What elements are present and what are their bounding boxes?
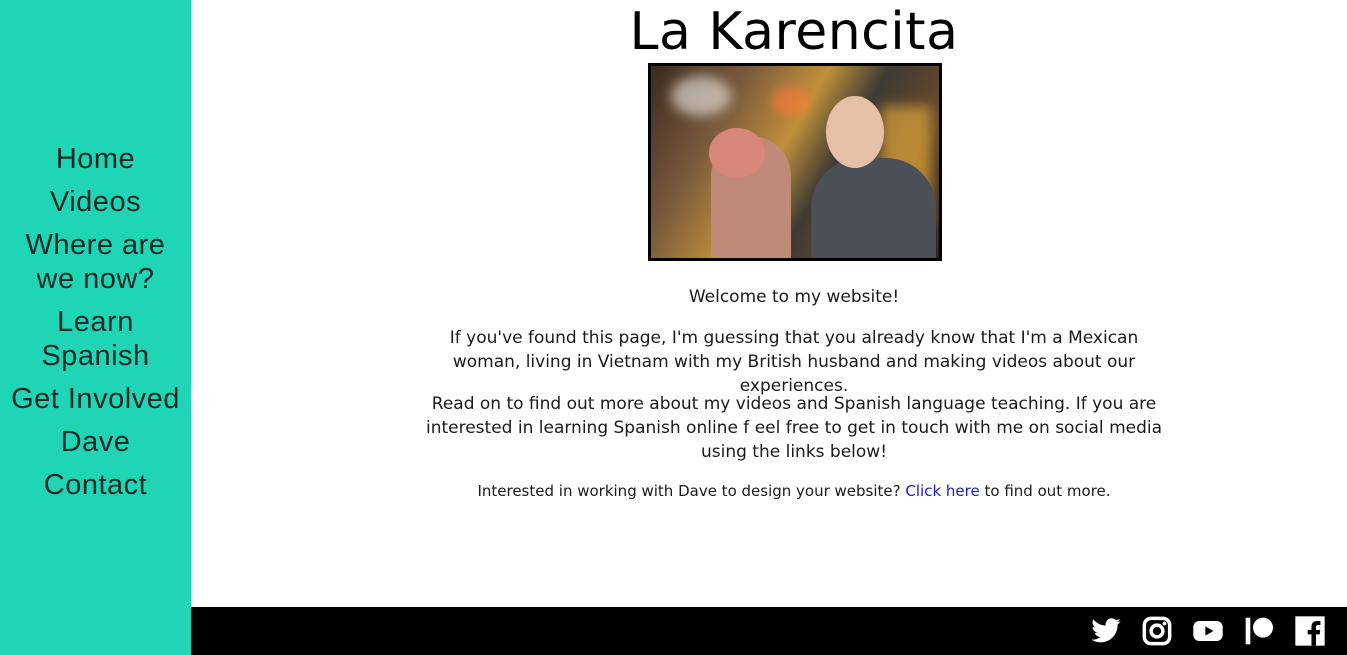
intro-text: If you've found this page, I'm guessing …: [449, 328, 1139, 396]
read-on-text: Read on to find out more about my videos…: [425, 394, 1163, 462]
nav-home[interactable]: Home: [0, 142, 191, 176]
dave-paragraph: Interested in working with Dave to desig…: [191, 481, 1347, 502]
main-content: La Karencita Welcome to my website! If y…: [191, 0, 1347, 607]
nav-videos[interactable]: Videos: [0, 185, 191, 219]
twitter-icon[interactable]: [1089, 614, 1123, 648]
nav-learn-spanish[interactable]: Learn Spanish: [0, 305, 191, 373]
instagram-icon[interactable]: [1140, 614, 1174, 648]
main-nav: Home Videos Where are we now? Learn Span…: [0, 142, 191, 511]
nav-get-involved[interactable]: Get Involved: [0, 382, 191, 416]
social-links: [1089, 614, 1327, 648]
read-on-paragraph: Read on to find out more about my videos…: [191, 392, 1347, 464]
footer: [191, 607, 1347, 655]
sidebar: Home Videos Where are we now? Learn Span…: [0, 0, 191, 655]
facebook-icon[interactable]: [1293, 614, 1327, 648]
welcome-text: Welcome to my website!: [688, 287, 900, 307]
nav-contact[interactable]: Contact: [0, 468, 191, 502]
dave-suffix: to find out more.: [984, 482, 1111, 500]
site-title: La Karencita: [629, 2, 959, 62]
click-here-link[interactable]: Click here: [905, 482, 979, 500]
dave-prefix: Interested in working with Dave to desig…: [477, 482, 901, 500]
nav-dave[interactable]: Dave: [0, 425, 191, 459]
hero-photo: [648, 63, 942, 261]
youtube-icon[interactable]: [1191, 614, 1225, 648]
patreon-icon[interactable]: [1242, 614, 1276, 648]
nav-where-are-we-now[interactable]: Where are we now?: [0, 228, 191, 296]
intro-paragraph: If you've found this page, I'm guessing …: [191, 326, 1347, 398]
